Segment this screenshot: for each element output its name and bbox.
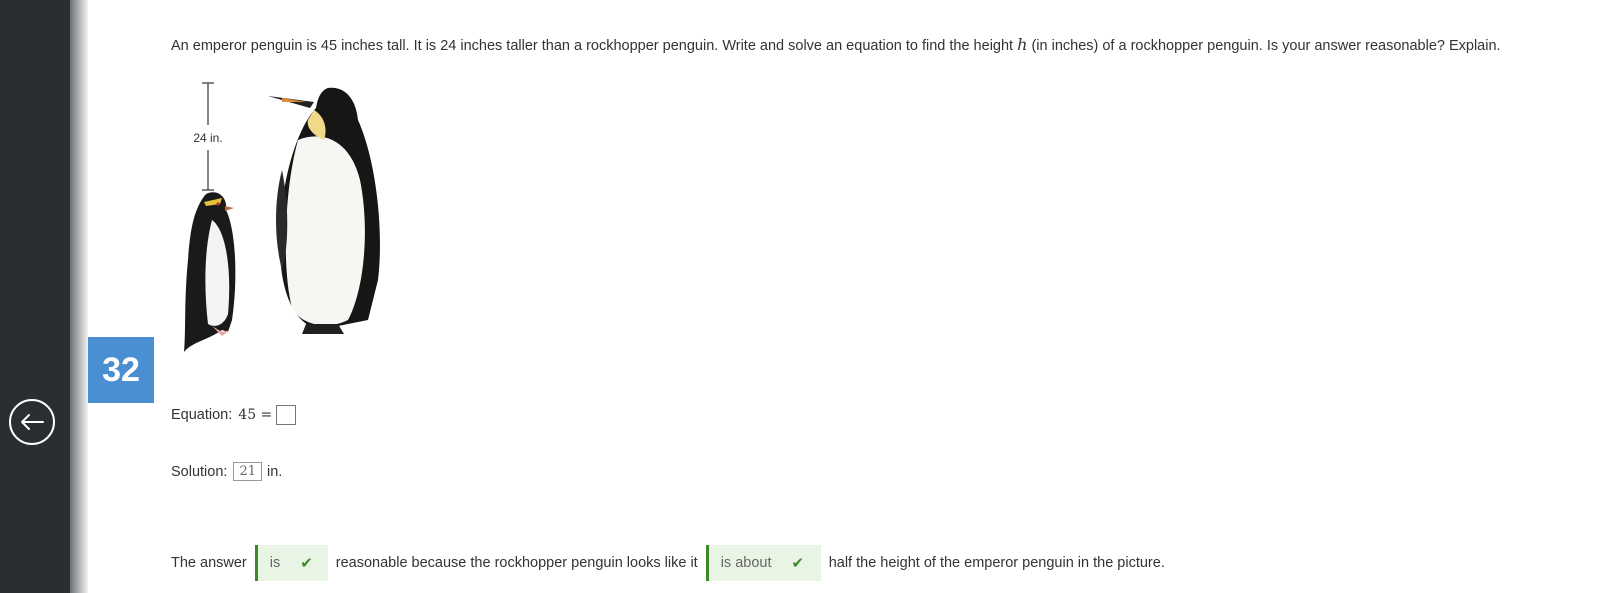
equation-lhs: 45 = — [238, 407, 273, 423]
back-button[interactable] — [9, 399, 55, 445]
answer-choice-is-about[interactable]: is about ✔ — [705, 545, 821, 581]
penguins-figure: 24 in. — [184, 82, 380, 352]
question-number-badge: 32 — [88, 337, 154, 403]
solution-row: Solution: 21 in. — [171, 462, 282, 481]
question-text: An emperor penguin is 45 inches tall. It… — [171, 35, 1501, 54]
solution-unit: in. — [266, 463, 283, 480]
answer-middle: reasonable because the rockhopper pengui… — [335, 555, 698, 571]
rockhopper-penguin-image — [184, 192, 236, 352]
arrow-left-icon — [21, 414, 44, 430]
equation-row: Equation: 45 = — [171, 405, 297, 425]
answer-choice-is[interactable]: is ✔ — [254, 545, 328, 581]
question-part1: An emperor penguin is 45 inches tall. It… — [171, 38, 1014, 54]
emperor-penguin-image — [268, 87, 380, 334]
answer-row: The answer is ✔ reasonable because the r… — [171, 545, 1165, 581]
sidebar-edge — [70, 0, 88, 593]
sidebar — [0, 0, 70, 593]
answer-prefix: The answer — [171, 555, 247, 571]
answer-suffix: half the height of the emperor penguin i… — [828, 555, 1165, 571]
choice-label: is about — [720, 555, 772, 571]
solution-label: Solution: — [171, 463, 228, 480]
equation-input[interactable] — [276, 405, 297, 425]
solution-input[interactable]: 21 — [233, 462, 262, 481]
question-part2: (in inches) of a rockhopper penguin. Is … — [1031, 38, 1501, 54]
check-icon: ✔ — [791, 555, 805, 572]
measurement-bracket: 24 in. — [193, 82, 223, 191]
measurement-label: 24 in. — [193, 131, 222, 145]
choice-label: is — [269, 555, 281, 571]
equation-label: Equation: — [171, 407, 233, 423]
check-icon: ✔ — [300, 555, 313, 572]
question-variable: h — [1017, 35, 1028, 54]
